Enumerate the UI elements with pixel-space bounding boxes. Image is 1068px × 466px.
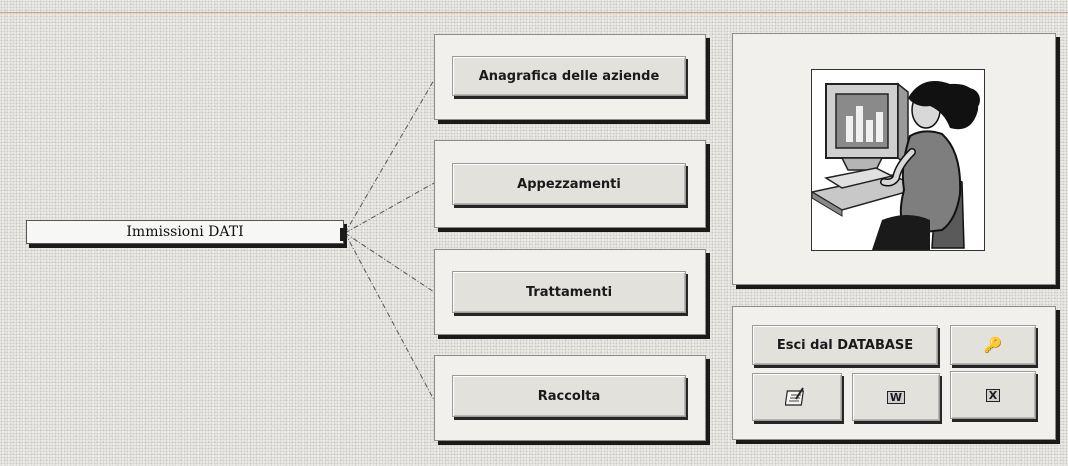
appezzamenti-button[interactable]: Appezzamenti — [452, 163, 686, 205]
excel-icon: X — [985, 388, 1001, 402]
connector-handle — [340, 228, 347, 241]
raccolta-button[interactable]: Raccolta — [452, 375, 686, 417]
user-at-computer-illustration — [811, 69, 985, 251]
immissioni-dati-label: Immissioni DATI — [26, 220, 344, 244]
key-icon: 🔑 — [983, 335, 1003, 354]
anagrafica-button[interactable]: Anagrafica delle aziende — [452, 56, 686, 96]
word-button[interactable]: W — [852, 373, 940, 421]
key-button[interactable]: 🔑 — [950, 325, 1036, 365]
trattamenti-button[interactable]: Trattamenti — [452, 271, 686, 313]
notepad-button[interactable] — [752, 373, 842, 421]
esci-database-button[interactable]: Esci dal DATABASE — [752, 325, 938, 365]
word-icon: W — [886, 390, 906, 404]
computer-user-icon — [812, 81, 980, 250]
excel-button[interactable]: X — [950, 371, 1036, 419]
notepad-icon — [785, 387, 804, 406]
top-border-line — [0, 12, 1068, 13]
